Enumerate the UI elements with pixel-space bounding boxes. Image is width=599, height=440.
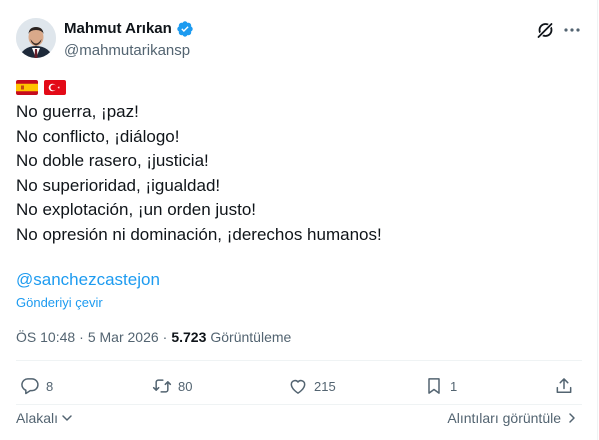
flag-emojis: [16, 80, 66, 95]
repost-icon: [152, 379, 172, 393]
divider: [16, 360, 582, 361]
view-quotes-link[interactable]: Alıntıları görüntüle: [447, 410, 579, 426]
tweet-line: No superioridad, ¡igualdad!: [16, 175, 221, 195]
bookmark-icon: [428, 378, 440, 394]
share-icon: [556, 378, 572, 393]
author-handle[interactable]: @mahmutarikansp: [64, 41, 190, 61]
chevron-right-icon: [569, 413, 575, 423]
tweet-line: No doble rasero, ¡justicia!: [16, 151, 209, 171]
avatar[interactable]: [16, 18, 56, 58]
flag-turkey-icon: [44, 80, 66, 95]
more-icon[interactable]: [562, 20, 582, 40]
sort-replies-dropdown[interactable]: Alakalı: [16, 410, 74, 426]
verified-badge-icon: [176, 20, 194, 38]
bookmark-count: 1: [450, 378, 458, 394]
views-count: 5.723: [171, 329, 207, 345]
tweet-card: Mahmut Arıkan @mahmutarikansp No guerra,…: [0, 0, 598, 440]
tweet-text: No guerra, ¡paz! No conflicto, ¡diálogo!…: [16, 100, 576, 248]
author-name[interactable]: Mahmut Arıkan: [64, 19, 172, 39]
like-button[interactable]: 215: [288, 376, 336, 396]
reply-button[interactable]: 8: [20, 376, 53, 396]
repost-count: 80: [178, 378, 193, 394]
like-count: 215: [314, 378, 336, 394]
tweet-line: No guerra, ¡paz!: [16, 102, 139, 121]
post-date[interactable]: 5 Mar 2026: [88, 327, 159, 347]
like-icon: [290, 379, 306, 394]
action-bar: 8 80 215 1: [0, 365, 598, 407]
chevron-down-icon: [62, 415, 72, 421]
view-quotes-label: Alıntıları görüntüle: [447, 410, 561, 426]
divider: [16, 404, 582, 405]
repost-button[interactable]: 80: [152, 376, 192, 396]
tweet-meta: ÖS 10:48 · 5 Mar 2026 · 5.723 Görüntülem…: [16, 327, 291, 347]
meta-separator: ·: [162, 329, 168, 345]
tweet-line: No opresión ni dominación, ¡derechos hum…: [16, 224, 382, 244]
translate-post-link[interactable]: Gönderiyi çevir: [16, 294, 103, 312]
post-time[interactable]: ÖS 10:48: [16, 327, 75, 347]
tweet-line: No explotación, ¡un orden justo!: [16, 200, 257, 220]
share-button[interactable]: [554, 376, 574, 396]
reply-icon: [21, 378, 39, 395]
mention-link[interactable]: @sanchezcastejon: [16, 268, 160, 292]
reply-count: 8: [46, 378, 54, 394]
author-name-row[interactable]: Mahmut Arıkan: [64, 19, 194, 39]
flag-spain-icon: [16, 80, 38, 95]
views-label: Görüntüleme: [210, 329, 292, 345]
bookmark-button[interactable]: 1: [424, 376, 457, 396]
meta-separator: ·: [79, 329, 84, 345]
sort-label: Alakalı: [16, 410, 59, 426]
grok-icon[interactable]: [535, 20, 555, 40]
tweet-line: No conflicto, ¡diálogo!: [16, 126, 180, 146]
